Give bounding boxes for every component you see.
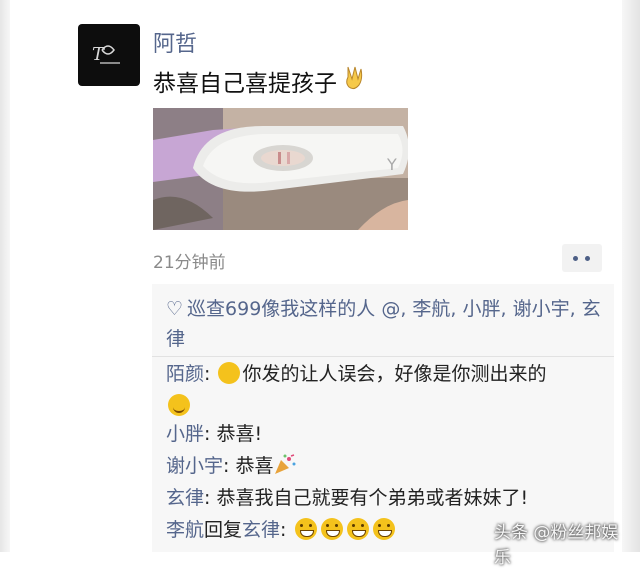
more-dot-icon xyxy=(585,256,590,261)
likes-names[interactable]: 巡查699像我这样的人 @, 李航, 小胖, 谢小宇, 玄律 xyxy=(166,298,601,350)
grin-emoji xyxy=(346,518,369,540)
comment-author[interactable]: 小胖 xyxy=(166,423,204,445)
more-actions-button[interactable] xyxy=(562,244,602,272)
comment-item[interactable]: 玄律: 恭喜我自己就要有个弟弟或者妹妹了! xyxy=(166,482,606,514)
post-text: 恭喜自己喜提孩子 xyxy=(153,64,365,98)
comment-panel: ♡ 巡查699像我这样的人 @, 李航, 小胖, 谢小宇, 玄律 陌颜: 你发的让… xyxy=(152,284,614,552)
comment-item[interactable]: 谢小宇: 恭喜 xyxy=(166,450,606,482)
reply-word: 回复 xyxy=(204,519,243,541)
thinking-emoji xyxy=(168,394,190,416)
more-dot-icon xyxy=(573,256,578,261)
post-timestamp: 21分钟前 xyxy=(153,253,226,273)
reply-target[interactable]: 玄律 xyxy=(242,519,280,541)
avatar[interactable]: T xyxy=(78,24,140,86)
party-popper-emoji xyxy=(273,454,297,476)
watermark: 头条 @粉丝邦娱乐 xyxy=(494,523,619,568)
comment-separator: : xyxy=(280,519,287,541)
heart-outline-icon: ♡ xyxy=(166,298,184,320)
comment-author[interactable]: 玄律 xyxy=(166,487,204,509)
comment-text: 恭喜! xyxy=(216,423,263,445)
comment-separator: : xyxy=(204,487,211,509)
post-photo[interactable]: Y xyxy=(153,108,408,230)
comment-author[interactable]: 谢小宇 xyxy=(166,455,223,477)
comment-separator: : xyxy=(204,363,211,385)
likes-list: ♡ 巡查699像我这样的人 @, 李航, 小胖, 谢小宇, 玄律 xyxy=(166,294,606,354)
pregnancy-test-photo: Y xyxy=(153,108,408,230)
left-frame-shadow xyxy=(0,0,10,552)
svg-text:Y: Y xyxy=(386,155,397,174)
facepalm-emoji xyxy=(218,362,241,384)
grin-emoji xyxy=(294,518,317,540)
comment-author[interactable]: 李航 xyxy=(166,519,204,541)
comment-separator: : xyxy=(204,423,211,445)
post-text-content: 恭喜自己喜提孩子 xyxy=(153,71,337,97)
comment-text: 恭喜我自己就要有个弟弟或者妹妹了! xyxy=(216,487,529,509)
avatar-logo-icon: T xyxy=(92,44,120,65)
comment-item[interactable]: 陌颜: 你发的让人误会，好像是你测出来的 xyxy=(166,358,606,422)
comment-text: 恭喜 xyxy=(235,455,274,477)
comment-item[interactable]: 小胖: 恭喜! xyxy=(166,418,606,450)
comment-author[interactable]: 陌颜 xyxy=(166,363,204,385)
comment-divider xyxy=(152,356,614,357)
grin-emoji xyxy=(372,518,395,540)
comment-text: 你发的让人误会，好像是你测出来的 xyxy=(242,363,547,385)
grin-emoji xyxy=(320,518,343,540)
victory-hand-icon xyxy=(343,65,365,97)
moments-post: T 阿哲 恭喜自己喜提孩子 Y 21分钟前 ♡ 巡查699像我这样的人 @, 李… xyxy=(10,0,622,568)
right-frame-shadow xyxy=(622,0,640,552)
comment-separator: : xyxy=(223,455,230,477)
post-author-name[interactable]: 阿哲 xyxy=(153,26,197,58)
